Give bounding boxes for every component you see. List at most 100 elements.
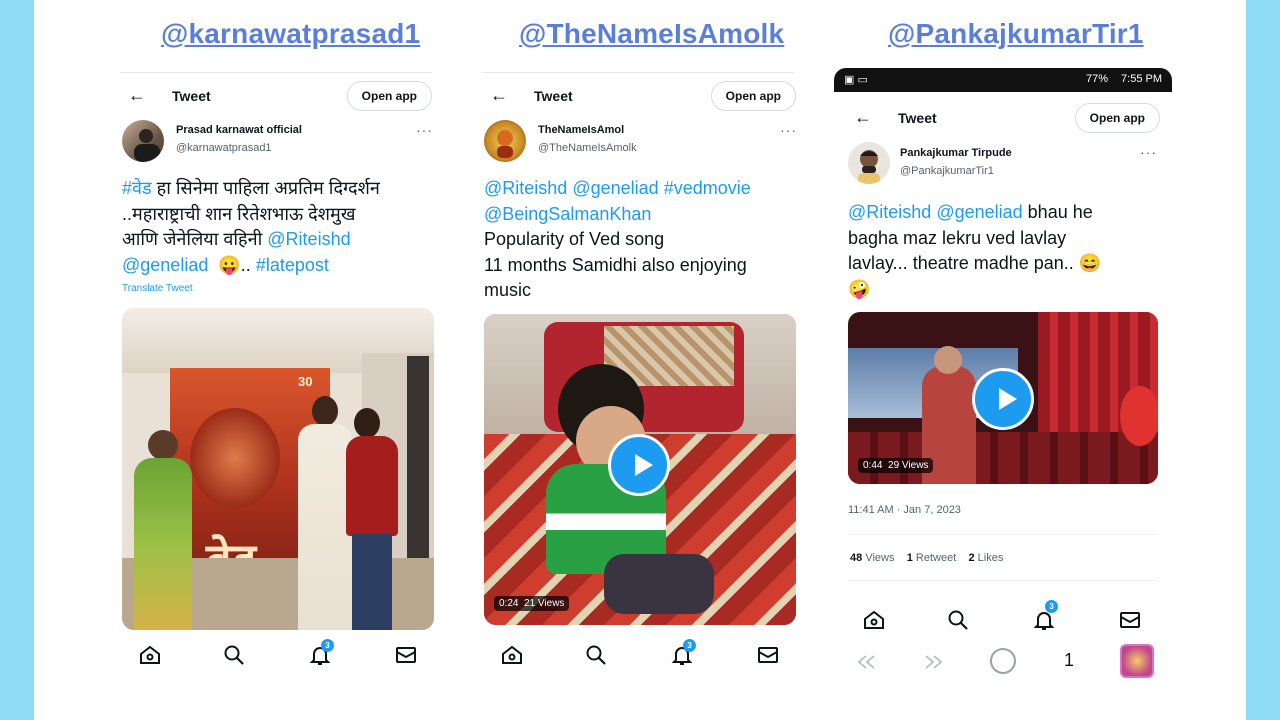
browser-back-icon[interactable] — [854, 650, 878, 674]
author-name[interactable]: TheNameIsAmol — [538, 124, 624, 136]
video-views: 21 Views — [524, 598, 565, 609]
tweet-text-line: Popularity of Ved song — [484, 229, 665, 249]
handle-heading-3[interactable]: @PankajkumarTir1 — [888, 18, 1144, 50]
video-duration: 0:24 — [499, 598, 519, 609]
tweet-card-1: ← Tweet Open app Prasad karnawat officia… — [100, 70, 450, 695]
hashtag-link[interactable]: #vedmovie — [664, 178, 751, 198]
mention-link[interactable]: @BeingSalmanKhan — [484, 202, 804, 228]
more-options-icon[interactable]: ··· — [416, 122, 433, 138]
search-icon[interactable] — [946, 608, 970, 632]
author-handle[interactable]: @PankajkumarTir1 — [900, 165, 994, 177]
search-icon[interactable] — [584, 643, 608, 667]
tweet-text-line: 11 months Samidhi also enjoying — [484, 254, 747, 275]
likes-label[interactable]: Likes — [978, 552, 1004, 564]
tweet-text-line: आणि जेनेलिया वहिनी — [122, 229, 268, 249]
video-stats: 0:24 21 Views — [494, 596, 570, 611]
retweet-label[interactable]: Retweet — [916, 552, 956, 564]
person-head — [934, 346, 962, 374]
tweet-video[interactable]: 0:24 21 Views — [484, 314, 796, 625]
emoji: 😛 — [218, 254, 241, 275]
person-red-cap — [1120, 386, 1158, 446]
handle-heading-1[interactable]: @karnawatprasad1 — [161, 18, 420, 50]
more-options-icon[interactable]: ··· — [780, 122, 797, 138]
browser-forward-icon[interactable] — [922, 650, 946, 674]
mention-link[interactable]: @Riteishd — [484, 178, 567, 198]
mail-icon[interactable] — [1118, 608, 1142, 632]
mention-link[interactable]: @geneliad — [122, 255, 208, 275]
mention-link[interactable]: @Riteishd — [267, 229, 350, 249]
mail-icon[interactable] — [756, 643, 780, 667]
poster-figure — [190, 408, 280, 508]
more-options-icon[interactable]: ··· — [1140, 144, 1157, 160]
translate-tweet-link[interactable]: Translate Tweet — [122, 283, 193, 294]
avatar[interactable] — [484, 120, 526, 162]
hashtag-link[interactable]: #latepost — [256, 255, 329, 275]
divider — [482, 72, 794, 73]
author-name[interactable]: Pankajkumar Tirpude — [900, 147, 1012, 159]
handle-heading-2[interactable]: @TheNameIsAmolk — [519, 18, 784, 50]
person-head — [312, 396, 338, 426]
hashtag-link[interactable]: #वेड — [122, 178, 152, 198]
avatar[interactable] — [848, 142, 890, 184]
tweet-timestamp[interactable]: 11:41 AM · Jan 7, 2023 — [848, 504, 961, 516]
avatar-person-icon — [134, 129, 160, 162]
play-button[interactable] — [972, 368, 1034, 430]
tweet-text-line: music — [484, 280, 532, 300]
retweet-count[interactable]: 1 — [907, 552, 913, 564]
profile-avatar[interactable] — [1120, 644, 1154, 678]
avatar-person-icon — [858, 150, 880, 184]
photo-door — [407, 356, 429, 576]
divider — [848, 580, 1158, 581]
play-button[interactable] — [608, 434, 670, 496]
tweet-label: Tweet — [534, 88, 573, 104]
phone-status-bar: ▣ ▭ 77% 7:55 PM — [834, 68, 1172, 92]
browser-tabs-count[interactable]: 1 — [1064, 650, 1074, 671]
tweet-label: Tweet — [172, 88, 211, 104]
tweet-text: @Riteishd @geneliad #vedmovie @BeingSalm… — [484, 176, 804, 304]
tweet-photo[interactable]: 30 वेड — [122, 308, 434, 630]
divider — [848, 534, 1158, 535]
open-app-button[interactable]: Open app — [1074, 103, 1160, 133]
open-app-button[interactable]: Open app — [710, 81, 796, 111]
bottom-nav: 3 — [122, 635, 434, 675]
likes-count[interactable]: 2 — [968, 552, 974, 564]
browser-nav-bar: 1 — [848, 642, 1158, 682]
back-arrow-icon[interactable]: ← — [128, 85, 146, 106]
mail-icon[interactable] — [394, 643, 418, 667]
status-battery: 77% — [1085, 73, 1108, 85]
left-frame-bar — [0, 0, 34, 720]
video-views: 29 Views — [888, 460, 929, 471]
mention-link[interactable]: @geneliad — [572, 178, 658, 198]
tweet-card-3: ▣ ▭ 77% 7:55 PM ← Tweet Open app Pankajk… — [834, 68, 1172, 693]
tweet-text-line: bhau he — [1022, 202, 1093, 222]
poster-year: 30 — [298, 374, 313, 389]
browser-home-circle-icon[interactable] — [988, 646, 1018, 676]
home-icon[interactable] — [138, 643, 162, 667]
author-handle[interactable]: @TheNameIsAmolk — [538, 142, 637, 154]
avatar-deity-icon — [497, 130, 513, 158]
tweet-video[interactable]: 0:44 29 Views — [848, 312, 1158, 484]
home-icon[interactable] — [862, 608, 886, 632]
views-count: 48 — [850, 552, 863, 564]
status-notification-icons: ▣ ▭ — [844, 74, 868, 86]
person-head — [354, 408, 380, 438]
home-icon[interactable] — [500, 643, 524, 667]
video-duration: 0:44 — [863, 460, 883, 471]
mention-link[interactable]: @geneliad — [936, 202, 1022, 222]
author-handle[interactable]: @karnawatprasad1 — [176, 142, 272, 154]
tweet-topbar: ← Tweet Open app — [846, 98, 1160, 138]
tweet-card-2: ← Tweet Open app TheNameIsAmol @TheNameI… — [462, 70, 812, 695]
open-app-button[interactable]: Open app — [346, 81, 432, 111]
bottom-nav: 3 — [848, 600, 1158, 640]
avatar[interactable] — [122, 120, 164, 162]
back-arrow-icon[interactable]: ← — [490, 85, 508, 106]
person-head — [148, 430, 178, 460]
tweet-text-dots: .. — [240, 254, 251, 275]
back-arrow-icon[interactable]: ← — [854, 107, 872, 128]
bottom-nav: 3 — [484, 635, 796, 675]
search-icon[interactable] — [222, 643, 246, 667]
tweet-topbar: ← Tweet Open app — [482, 76, 796, 116]
mention-link[interactable]: @Riteishd — [848, 202, 931, 222]
author-name[interactable]: Prasad karnawat official — [176, 124, 302, 136]
emoji: 😄 — [1078, 253, 1102, 273]
